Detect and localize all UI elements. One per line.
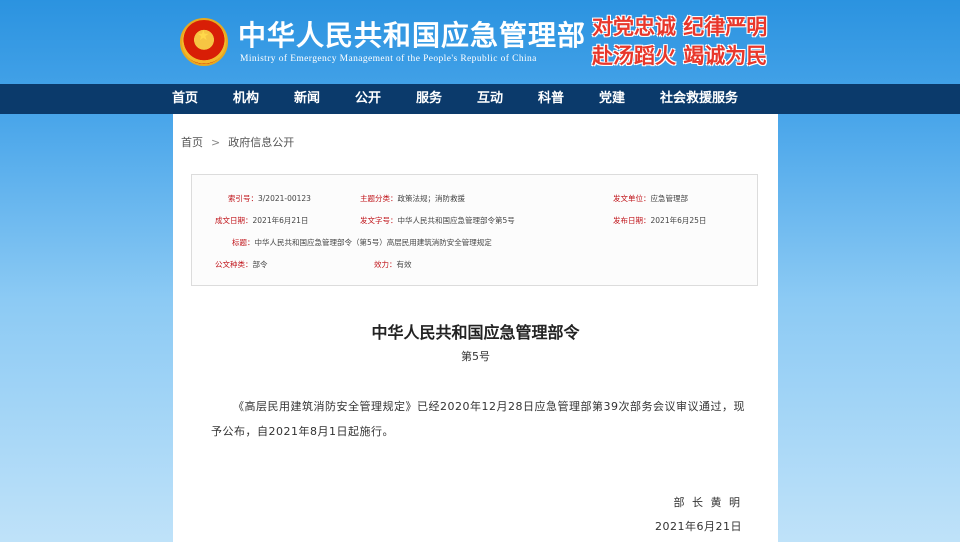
document-date: 2021年6月21日 [655, 520, 742, 533]
info-issuer: 发文单位：应急管理部 [613, 194, 688, 203]
breadcrumb-home[interactable]: 首页 [181, 136, 203, 149]
breadcrumb-separator: > [211, 136, 221, 149]
site-title[interactable]: 中华人民共和国应急管理部 [238, 14, 586, 54]
breadcrumb: 首页 > 政府信息公开 [181, 134, 294, 150]
slogans: 对党忠诚 纪律严明 赴汤蹈火 竭诚为民 [592, 12, 772, 70]
breadcrumb-current[interactable]: 政府信息公开 [228, 136, 294, 149]
info-created: 成文日期：2021年6月21日 [215, 216, 309, 225]
star-icon: ★ [197, 28, 210, 44]
document-number: 第5号 [461, 350, 490, 363]
site-header: ★ 中华人民共和国应急管理部 Ministry of Emergency Man… [0, 0, 960, 84]
nav-item-news[interactable]: 新闻 [294, 84, 320, 114]
document-signer: 部 长 黄 明 [673, 496, 742, 509]
nav-item-party[interactable]: 党建 [599, 84, 625, 114]
nav-item-science[interactable]: 科普 [538, 84, 564, 114]
document-body: 《高层民用建筑消防安全管理规定》已经2020年12月28日应急管理部第39次部务… [211, 394, 751, 444]
slogan-line-2: 赴汤蹈火 竭诚为民 [592, 43, 768, 68]
info-topic: 主题分类：政策法规；消防救援 [360, 194, 465, 203]
info-validity: 效力：有效 [374, 260, 412, 269]
nav-item-services[interactable]: 服务 [416, 84, 442, 114]
info-title: 标题：中华人民共和国应急管理部令（第5号）高层民用建筑消防安全管理规定 [232, 238, 492, 247]
document-info-box: 索引号：3/2021-00123 主题分类：政策法规；消防救援 发文单位：应急管… [191, 174, 758, 286]
nav-item-rescue-services[interactable]: 社会救援服务 [660, 84, 738, 114]
site-subtitle: Ministry of Emergency Management of the … [240, 54, 537, 64]
nav-item-interaction[interactable]: 互动 [477, 84, 503, 114]
info-docno: 发文字号：中华人民共和国应急管理部令第5号 [360, 216, 515, 225]
nav-item-organization[interactable]: 机构 [233, 84, 259, 114]
info-published: 发布日期：2021年6月25日 [613, 216, 707, 225]
national-emblem-icon[interactable]: ★ [180, 18, 228, 66]
info-index: 索引号：3/2021-00123 [228, 194, 311, 203]
nav-item-home[interactable]: 首页 [172, 84, 198, 114]
slogan-line-1: 对党忠诚 纪律严明 [592, 14, 768, 39]
nav-item-disclosure[interactable]: 公开 [355, 84, 381, 114]
document-paragraph: 《高层民用建筑消防安全管理规定》已经2020年12月28日应急管理部第39次部务… [211, 400, 745, 438]
info-type: 公文种类：部令 [215, 260, 268, 269]
document-title: 中华人民共和国应急管理部令 [371, 323, 580, 342]
main-nav: 首页 机构 新闻 公开 服务 互动 科普 党建 社会救援服务 [0, 84, 960, 114]
content-panel: 首页 > 政府信息公开 索引号：3/2021-00123 主题分类：政策法规；消防救… [173, 114, 778, 542]
